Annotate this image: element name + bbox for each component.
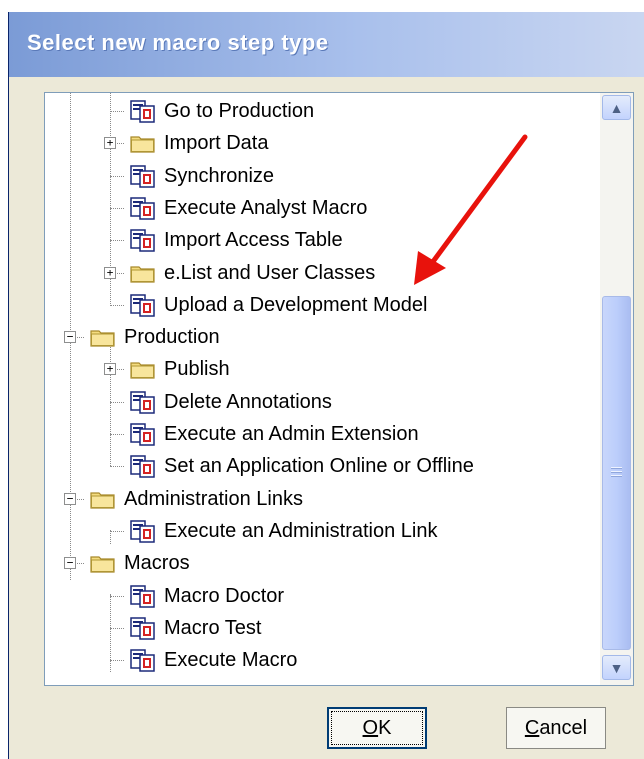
folder-icon xyxy=(130,261,156,285)
tree-node-label: Execute an Administration Link xyxy=(164,519,438,542)
tree-line xyxy=(110,530,124,532)
tree-folder-node[interactable]: Macros xyxy=(90,548,192,578)
tree-line xyxy=(110,660,124,662)
tree-step-node[interactable]: Import Access Table xyxy=(130,225,345,255)
macro-step-icon xyxy=(130,454,156,479)
macro-step-icon xyxy=(130,616,156,640)
tree-step-node[interactable]: Go to Production xyxy=(130,96,316,126)
dialog-window: Select new macro step type Go to Product… xyxy=(8,12,644,759)
macro-step-icon xyxy=(130,519,156,543)
tree-node-label: Production xyxy=(124,326,220,349)
step-type-tree[interactable]: Go to Production + Import Data Synchronize E… xyxy=(44,92,634,686)
macro-step-icon xyxy=(130,422,156,446)
tree-node-label: Go to Production xyxy=(164,100,315,122)
tree-node-label: Macros xyxy=(124,552,190,575)
macro-step-icon xyxy=(130,99,156,123)
tree-node-label: e.List and User Classes xyxy=(164,261,376,284)
tree-folder-node[interactable]: Import Data xyxy=(130,128,270,158)
tree-folder-node[interactable]: Production xyxy=(90,322,222,352)
tree-node-label: Import Data xyxy=(164,132,269,155)
tree-line xyxy=(110,466,124,468)
tree-line xyxy=(110,595,124,597)
collapse-toggle[interactable]: − xyxy=(64,492,76,505)
tree-node-label: Administration Links xyxy=(124,487,303,510)
scroll-up-button[interactable]: ▲ xyxy=(602,95,631,120)
tree-step-node[interactable]: Execute an Admin Extension xyxy=(130,419,421,449)
tree-step-node[interactable]: Set an Application Online or Offline xyxy=(130,451,476,481)
tree-folder-node[interactable]: Publish xyxy=(130,354,232,384)
tree-line xyxy=(110,207,124,209)
tree-line xyxy=(110,240,124,242)
tree-node-label: Publish xyxy=(164,358,230,381)
folder-icon xyxy=(130,357,156,381)
scroll-down-button[interactable]: ▼ xyxy=(602,655,631,680)
macro-step-icon xyxy=(130,584,156,608)
chevron-down-icon: ▼ xyxy=(609,659,624,676)
tree-node-label: Synchronize xyxy=(164,164,275,187)
tree-step-node[interactable]: Execute an Administration Link xyxy=(130,516,440,546)
macro-step-icon xyxy=(130,390,156,414)
tree-node-label: Execute Analyst Macro xyxy=(164,196,368,219)
macro-step-icon xyxy=(130,228,156,252)
expand-toggle[interactable]: + xyxy=(104,363,116,376)
vertical-scrollbar[interactable]: ▲ ▼ xyxy=(600,93,633,685)
tree-step-node[interactable]: Macro Doctor xyxy=(130,581,286,611)
tree-content: Go to Production + Import Data Synchronize E… xyxy=(45,93,590,685)
tree-line xyxy=(110,530,111,544)
tree-line xyxy=(110,304,124,306)
tree-step-node[interactable]: Execute Analyst Macro xyxy=(130,193,369,223)
chevron-up-icon: ▲ xyxy=(609,99,624,116)
tree-node-label: Delete Annotations xyxy=(164,390,332,413)
tree-line xyxy=(110,434,124,435)
ok-button-label: OK xyxy=(362,716,392,739)
folder-icon xyxy=(90,487,116,511)
tree-step-node[interactable]: Execute Macro xyxy=(130,645,299,675)
tree-node-label: Macro Test xyxy=(164,616,262,639)
collapse-toggle[interactable]: − xyxy=(64,557,76,570)
scroll-thumb[interactable] xyxy=(602,296,631,650)
tree-line xyxy=(110,111,124,112)
tree-line xyxy=(110,627,124,629)
tree-step-node[interactable]: Macro Test xyxy=(130,613,263,643)
tree-folder-node[interactable]: e.List and User Classes xyxy=(130,258,377,288)
cancel-button-label: Cancel xyxy=(524,716,588,739)
tree-node-label: Execute an Admin Extension xyxy=(164,423,419,445)
tree-step-node[interactable]: Delete Annotations xyxy=(130,387,334,417)
tree-line xyxy=(110,334,111,466)
dialog-title: Select new macro step type xyxy=(27,30,329,55)
folder-icon xyxy=(130,131,156,155)
tree-node-label: Import Access Table xyxy=(164,229,343,252)
tree-line xyxy=(110,175,124,177)
macro-step-icon xyxy=(130,196,156,220)
folder-icon xyxy=(90,551,116,575)
macro-step-icon xyxy=(130,164,156,188)
macro-step-icon xyxy=(130,648,156,672)
ok-button[interactable]: OK xyxy=(327,707,427,749)
folder-icon xyxy=(90,325,116,349)
tree-step-node[interactable]: Upload a Development Model xyxy=(130,290,430,320)
tree-line xyxy=(110,401,124,403)
tree-node-label: Upload a Development Model xyxy=(164,293,428,316)
tree-node-label: Macro Doctor xyxy=(164,584,285,607)
macro-step-icon xyxy=(130,293,156,317)
expand-toggle[interactable]: + xyxy=(104,266,116,279)
tree-node-label: Execute Macro xyxy=(164,649,298,672)
tree-node-label: Set an Application Online or Offline xyxy=(164,455,474,478)
title-bar[interactable]: Select new macro step type xyxy=(9,12,644,77)
tree-folder-node[interactable]: Administration Links xyxy=(90,484,305,514)
cancel-button[interactable]: Cancel xyxy=(506,707,606,749)
tree-step-node[interactable]: Synchronize xyxy=(130,161,276,191)
expand-toggle[interactable]: + xyxy=(104,137,116,150)
collapse-toggle[interactable]: − xyxy=(64,331,76,344)
